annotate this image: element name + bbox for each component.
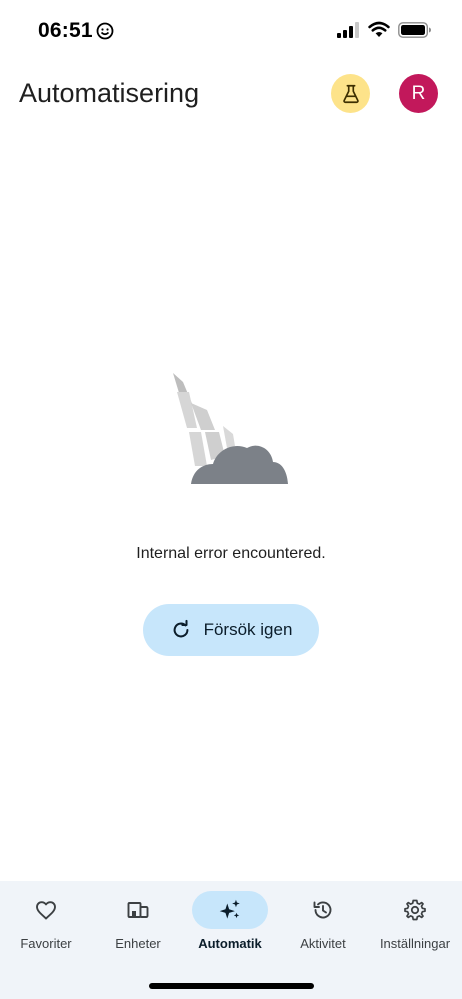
nav-icon-wrap bbox=[8, 891, 84, 929]
status-time: 06:51 bbox=[38, 19, 93, 42]
bottom-nav: Favoriter Enheter Automatik Aktivitet In… bbox=[0, 881, 462, 999]
nav-label: Inställningar bbox=[379, 936, 451, 951]
status-bar: 06:51 bbox=[0, 0, 462, 60]
wifi-icon bbox=[368, 21, 390, 37]
sparkle-icon bbox=[219, 899, 240, 919]
nav-icon-wrap bbox=[285, 891, 361, 929]
retry-button[interactable]: Försök igen bbox=[143, 604, 319, 656]
refresh-icon bbox=[173, 619, 189, 638]
retry-label: Försök igen bbox=[203, 620, 293, 639]
history-icon bbox=[313, 901, 332, 919]
nav-item-enheter[interactable]: Enheter bbox=[92, 881, 184, 971]
avatar[interactable]: R bbox=[399, 74, 438, 113]
error-message: Internal error encountered. bbox=[136, 545, 326, 562]
nav-item-favoriter[interactable]: Favoriter bbox=[0, 881, 92, 971]
page-title: Automatisering bbox=[19, 78, 200, 108]
nav-icon-wrap bbox=[377, 891, 453, 929]
heart-icon bbox=[36, 901, 56, 920]
error-illustration bbox=[173, 373, 288, 484]
nav-icon-wrap bbox=[192, 891, 268, 929]
flask-icon bbox=[342, 84, 359, 103]
nav-item-installningar[interactable]: Inställningar bbox=[369, 881, 461, 971]
smiley-icon bbox=[96, 22, 114, 40]
nav-icon-wrap bbox=[100, 891, 176, 929]
devices-icon bbox=[127, 902, 149, 918]
home-indicator[interactable] bbox=[149, 983, 314, 989]
signal-icon bbox=[337, 22, 359, 38]
nav-item-automatik[interactable]: Automatik bbox=[184, 881, 276, 971]
gear-icon bbox=[404, 899, 426, 921]
battery-icon bbox=[398, 22, 431, 38]
labs-button[interactable] bbox=[331, 74, 370, 113]
nav-item-aktivitet[interactable]: Aktivitet bbox=[277, 881, 369, 971]
